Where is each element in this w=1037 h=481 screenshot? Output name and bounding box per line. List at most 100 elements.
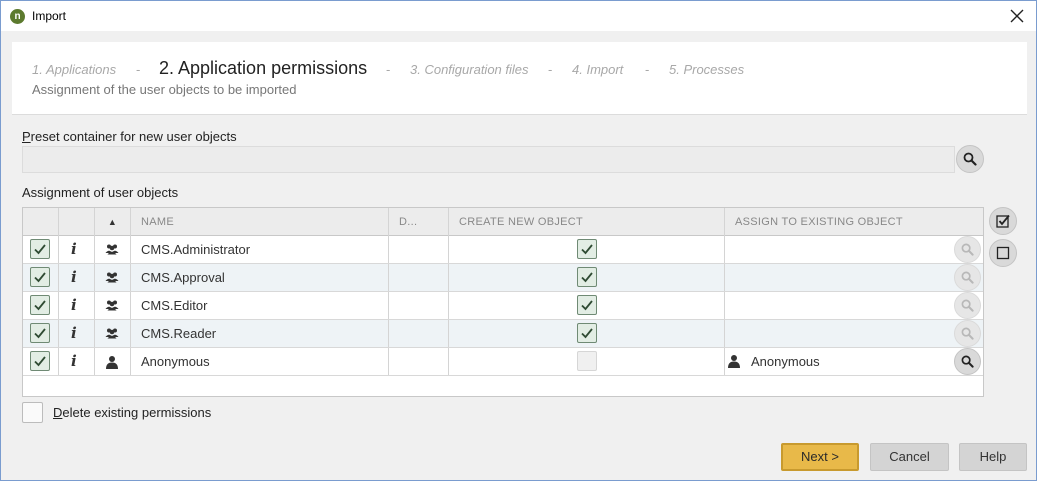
create-new-object-checkbox[interactable] <box>577 323 597 343</box>
type-cell <box>95 320 131 347</box>
user-object-name: CMS.Administrator <box>141 242 251 257</box>
step-separator: - <box>136 62 141 77</box>
create-cell <box>449 348 725 375</box>
d-cell <box>389 320 449 347</box>
assign-cell <box>725 236 983 263</box>
assignment-label: Assignment of user objects <box>22 185 179 200</box>
group-icon <box>105 243 119 258</box>
preset-container-field[interactable] <box>22 146 955 173</box>
assign-search-button <box>954 236 981 263</box>
info-icon[interactable]: i <box>71 352 77 370</box>
create-cell <box>449 264 725 291</box>
step-import: 4. Import <box>572 62 624 77</box>
info-cell: i <box>59 292 95 319</box>
header-info[interactable] <box>59 208 95 236</box>
step-separator: - <box>386 62 391 77</box>
step-separator: - <box>645 62 650 77</box>
window-title: Import <box>32 9 67 23</box>
delete-existing-permissions-checkbox[interactable] <box>22 402 43 423</box>
search-icon <box>961 243 974 256</box>
step-configuration-files: 3. Configuration files <box>410 62 529 77</box>
table-row[interactable]: i CMS.Reader <box>23 320 983 348</box>
header-d[interactable]: D... <box>389 208 449 236</box>
info-icon[interactable]: i <box>71 268 77 286</box>
search-icon <box>961 299 974 312</box>
select-cell <box>23 264 59 291</box>
group-icon <box>105 271 119 286</box>
user-object-name: CMS.Editor <box>141 298 208 313</box>
header-sort-indicator[interactable]: ▲ <box>95 208 131 236</box>
create-new-object-checkbox[interactable] <box>577 295 597 315</box>
help-button[interactable]: Help <box>959 443 1027 471</box>
name-cell: CMS.Administrator <box>131 236 389 263</box>
assign-cell <box>725 320 983 347</box>
create-new-object-checkbox <box>577 351 597 371</box>
create-cell <box>449 320 725 347</box>
create-cell <box>449 292 725 319</box>
preset-container-label: Preset container for new user objects <box>22 129 237 144</box>
row-select-checkbox[interactable] <box>30 351 50 371</box>
header-select[interactable] <box>23 208 59 236</box>
search-icon <box>961 327 974 340</box>
delete-existing-permissions-label: Delete existing permissions <box>53 405 212 420</box>
table-row[interactable]: i CMS.Approval <box>23 264 983 292</box>
name-cell: CMS.Editor <box>131 292 389 319</box>
assign-search-button <box>954 320 981 347</box>
row-select-checkbox[interactable] <box>30 323 50 343</box>
wizard-subtitle: Assignment of the user objects to be imp… <box>32 82 297 97</box>
step-processes: 5. Processes <box>669 62 745 77</box>
header-create-new-object[interactable]: CREATE NEW OBJECT <box>449 208 725 236</box>
table-row[interactable]: i CMS.Editor <box>23 292 983 320</box>
d-cell <box>389 236 449 263</box>
info-icon[interactable]: i <box>71 324 77 342</box>
close-icon[interactable] <box>1006 5 1028 27</box>
preset-search-button[interactable] <box>956 145 984 173</box>
create-cell <box>449 236 725 263</box>
info-cell: i <box>59 264 95 291</box>
type-cell <box>95 236 131 263</box>
header-assign-existing-object[interactable]: ASSIGN TO EXISTING OBJECT <box>725 208 983 236</box>
row-select-checkbox[interactable] <box>30 295 50 315</box>
grid-header: ▲ NAME D... CREATE NEW OBJECT ASSIGN TO … <box>23 208 983 236</box>
type-cell <box>95 348 131 375</box>
info-icon[interactable]: i <box>71 240 77 258</box>
user-objects-grid: ▲ NAME D... CREATE NEW OBJECT ASSIGN TO … <box>22 207 984 397</box>
name-cell: CMS.Reader <box>131 320 389 347</box>
create-new-object-checkbox[interactable] <box>577 267 597 287</box>
assign-cell <box>725 264 983 291</box>
name-cell: CMS.Approval <box>131 264 389 291</box>
select-cell <box>23 348 59 375</box>
d-cell <box>389 348 449 375</box>
cancel-button[interactable]: Cancel <box>870 443 949 471</box>
user-object-name: CMS.Reader <box>141 326 217 341</box>
create-new-object-checkbox[interactable] <box>577 239 597 259</box>
step-application-permissions: 2. Application permissions <box>159 58 368 78</box>
step-applications: 1. Applications <box>32 62 117 77</box>
user-object-name: Anonymous <box>141 354 210 369</box>
title-bar: n Import <box>1 1 1036 31</box>
row-select-checkbox[interactable] <box>30 239 50 259</box>
header-name[interactable]: NAME <box>131 208 389 236</box>
d-cell <box>389 292 449 319</box>
dialog-content: 1. Applications - 2. Application permiss… <box>11 41 1027 433</box>
info-icon[interactable]: i <box>71 296 77 314</box>
user-icon <box>105 355 119 372</box>
table-row[interactable]: i CMS.Administrator <box>23 236 983 264</box>
select-cell <box>23 320 59 347</box>
d-cell <box>389 264 449 291</box>
deselect-all-button[interactable] <box>989 239 1017 267</box>
search-icon <box>963 152 977 166</box>
search-icon <box>961 355 974 368</box>
next-button[interactable]: Next > <box>781 443 859 471</box>
checkbox-empty-icon <box>996 246 1010 260</box>
assigned-object-name: Anonymous <box>751 354 820 369</box>
assign-search-button[interactable] <box>954 348 981 375</box>
name-cell: Anonymous <box>131 348 389 375</box>
user-object-name: CMS.Approval <box>141 270 225 285</box>
row-select-checkbox[interactable] <box>30 267 50 287</box>
wizard-header: 1. Applications - 2. Application permiss… <box>12 42 1027 115</box>
select-all-button[interactable] <box>989 207 1017 235</box>
assign-search-button <box>954 292 981 319</box>
info-cell: i <box>59 236 95 263</box>
table-row[interactable]: i Anonymous Anonymous <box>23 348 983 376</box>
